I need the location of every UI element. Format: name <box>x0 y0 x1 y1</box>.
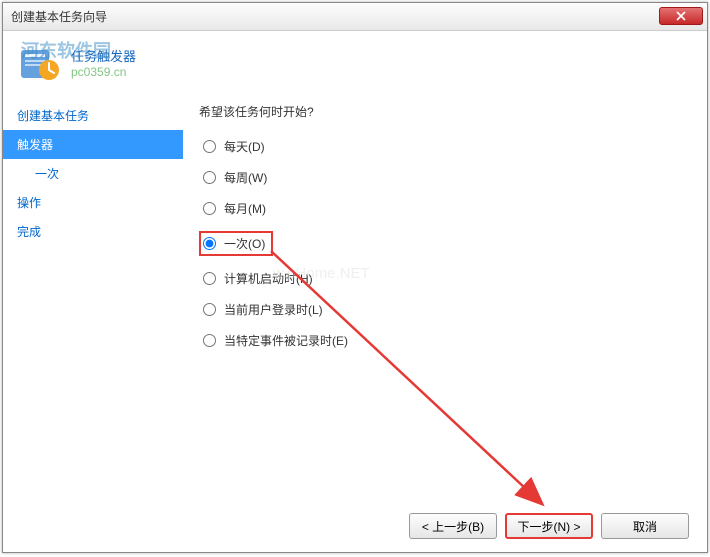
option-once[interactable]: 一次(O) <box>199 231 691 256</box>
option-daily[interactable]: 每天(D) <box>199 138 691 155</box>
sidebar-item-trigger[interactable]: 触发器 <box>3 130 183 159</box>
wizard-window: 创建基本任务向导 河东软件园 任务触发器 pc0359.cn <box>2 2 708 553</box>
highlight-box: 一次(O) <box>199 231 273 256</box>
label-monthly: 每月(M) <box>224 200 266 217</box>
body-area: 创建基本任务 触发器 一次 操作 完成 希望该任务何时开始? 每天(D) 每周(… <box>3 93 707 500</box>
label-once: 一次(O) <box>224 235 265 252</box>
option-logon[interactable]: 当前用户登录时(L) <box>199 301 691 318</box>
sidebar: 创建基本任务 触发器 一次 操作 完成 <box>3 93 183 500</box>
watermark-brand: 河东软件园 <box>21 37 111 63</box>
next-button[interactable]: 下一步(N) > <box>505 513 593 539</box>
titlebar: 创建基本任务向导 <box>3 3 707 31</box>
question-text: 希望该任务何时开始? <box>199 103 691 120</box>
radio-weekly[interactable] <box>203 171 216 184</box>
label-startup: 计算机启动时(H) <box>224 270 313 287</box>
watermark-url: pc0359.cn <box>71 65 136 79</box>
window-title: 创建基本任务向导 <box>11 8 107 25</box>
option-weekly[interactable]: 每周(W) <box>199 169 691 186</box>
radio-once[interactable] <box>203 237 216 250</box>
sidebar-item-create[interactable]: 创建基本任务 <box>3 101 183 130</box>
radio-daily[interactable] <box>203 140 216 153</box>
cancel-button[interactable]: 取消 <box>601 513 689 539</box>
label-event: 当特定事件被记录时(E) <box>224 332 348 349</box>
footer: < 上一步(B) 下一步(N) > 取消 <box>3 500 707 552</box>
label-logon: 当前用户登录时(L) <box>224 301 323 318</box>
close-icon <box>676 11 686 21</box>
radio-startup[interactable] <box>203 272 216 285</box>
option-event[interactable]: 当特定事件被记录时(E) <box>199 332 691 349</box>
sidebar-item-once[interactable]: 一次 <box>3 159 183 188</box>
main-panel: 希望该任务何时开始? 每天(D) 每周(W) 每月(M) 一次(O) <box>183 93 707 500</box>
sidebar-item-action[interactable]: 操作 <box>3 188 183 217</box>
header-area: 河东软件园 任务触发器 pc0359.cn <box>3 31 707 93</box>
back-button[interactable]: < 上一步(B) <box>409 513 497 539</box>
sidebar-item-finish[interactable]: 完成 <box>3 217 183 246</box>
option-monthly[interactable]: 每月(M) <box>199 200 691 217</box>
label-weekly: 每周(W) <box>224 169 267 186</box>
close-button[interactable] <box>659 7 703 25</box>
label-daily: 每天(D) <box>224 138 265 155</box>
radio-event[interactable] <box>203 334 216 347</box>
option-startup[interactable]: 计算机启动时(H) <box>199 270 691 287</box>
radio-monthly[interactable] <box>203 202 216 215</box>
radio-logon[interactable] <box>203 303 216 316</box>
